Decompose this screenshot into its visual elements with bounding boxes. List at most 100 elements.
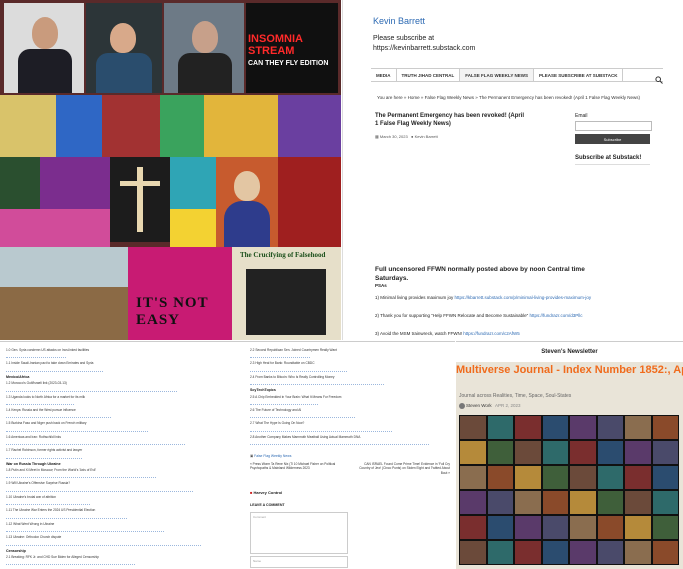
story-item[interactable]: 1.0 Gen. Syria condemn US attacks on Ira… xyxy=(6,348,226,352)
video-tile xyxy=(597,516,623,539)
breadcrumb[interactable]: You are here » Home » False Flag Weekly … xyxy=(377,95,640,100)
story-link-line[interactable] xyxy=(250,380,384,386)
story-item[interactable]: 1.11 The Ukraine War Enters the 2024 US … xyxy=(6,508,226,512)
post-heading: Full uncensored FFWN normally posted abo… xyxy=(375,266,585,282)
video-tile xyxy=(542,541,568,564)
email-field[interactable] xyxy=(575,121,652,131)
story-item[interactable]: 1.6 Americas and Iran: Rothschild links xyxy=(6,435,226,439)
story-link-line[interactable] xyxy=(6,454,82,459)
comment-field[interactable]: Comment xyxy=(250,512,348,554)
story-item[interactable]: 2.5 A Chip Embedded in Your Brain: What … xyxy=(250,395,450,399)
prev-post-link[interactable]: « Press Worm Ta Rene Nix (Tl 10 Michael … xyxy=(250,462,340,471)
video-tile xyxy=(515,516,541,539)
story-item[interactable]: 1.9 Will Ukraine's Offensive Surprise Ru… xyxy=(6,481,226,485)
story-item[interactable]: 1.10 Ukraine's brutal war of attrition xyxy=(6,495,226,499)
story-item[interactable]: 2.3 High Heal for Bank: Roundtable on CB… xyxy=(250,361,450,365)
site-title[interactable]: Kevin Barrett xyxy=(373,16,425,26)
story-item[interactable]: 1.7 Rachel Robinson, former rights activ… xyxy=(6,448,226,452)
video-tile xyxy=(570,541,596,564)
video-tile xyxy=(487,541,513,564)
sidebar-divider xyxy=(575,164,650,165)
video-tile xyxy=(487,491,513,514)
video-thumb-3[interactable] xyxy=(164,3,244,93)
story-link-line[interactable] xyxy=(6,487,193,492)
story-link-line[interactable] xyxy=(250,440,429,446)
story-link-line[interactable] xyxy=(6,353,66,359)
nav-item-substack[interactable]: PLEASE SUBSCRIBE AT SUBSTACK xyxy=(534,69,624,81)
post-author[interactable]: Kevin Barrett xyxy=(415,134,438,139)
story-link-line[interactable] xyxy=(6,427,148,432)
comment-heading: LEAVE A COMMENT xyxy=(250,503,285,507)
post-title[interactable]: The Permanent Emergency has been revoked… xyxy=(375,112,525,128)
mosaic-cell xyxy=(170,157,216,209)
mosaic-cell xyxy=(0,95,56,157)
story-item[interactable]: 1.5 Burkina Faso and Niger push back on … xyxy=(6,421,226,425)
search-icon[interactable] xyxy=(655,71,663,84)
video-tile xyxy=(487,466,513,489)
story-link-line[interactable] xyxy=(6,527,164,533)
psa-1-link[interactable]: https://kbarrett.substack.com/p/minimal-… xyxy=(455,295,592,300)
video-tile xyxy=(515,416,541,439)
mosaic-cell xyxy=(0,157,40,209)
video-tile xyxy=(652,541,678,564)
story-item[interactable]: 2.8 Another Company Makes Mammoth Meatba… xyxy=(250,435,450,439)
video-tile xyxy=(487,441,513,464)
nav-item-truth-jihad[interactable]: TRUTH JIHAD CENTRAL xyxy=(397,69,461,81)
video-tile xyxy=(515,441,541,464)
story-link-line[interactable] xyxy=(6,440,185,446)
tag-link[interactable]: False Flag Weekly News xyxy=(254,454,291,458)
video-thumb-2[interactable] xyxy=(86,3,162,93)
story-link-line[interactable] xyxy=(250,427,392,432)
story-item[interactable]: 2.2 Second Republican Sen. Joined Countr… xyxy=(250,348,450,352)
video-tile xyxy=(515,491,541,514)
story-link-line[interactable] xyxy=(6,560,135,566)
face-2 xyxy=(110,23,136,53)
psa-3-link[interactable]: https://fundrazr.com/c2AfW5 xyxy=(463,331,520,336)
story-link-line[interactable] xyxy=(6,413,111,419)
story-link-line[interactable] xyxy=(6,367,103,372)
story-item[interactable]: 1.3 Uganda looks to North Africa for a m… xyxy=(6,395,226,399)
section-heading: ScyTechTopics xyxy=(250,388,276,393)
next-post-link[interactable]: CAN ISRAEL Found Come Prime Time! Eviden… xyxy=(358,462,450,475)
mosaic-cell xyxy=(102,95,160,157)
video-tile xyxy=(487,516,513,539)
subscribe-button[interactable]: Subscribe xyxy=(575,134,650,144)
story-link-line[interactable] xyxy=(6,400,74,406)
video-thumb-1[interactable] xyxy=(4,3,84,93)
nav-item-media[interactable]: MEDIA xyxy=(371,69,397,81)
psa-2: 2) Thank you for supporting "Help FFWN R… xyxy=(375,313,583,318)
story-item[interactable]: 1.8 Putin and Xi Meet in Moscow; From th… xyxy=(6,468,226,472)
story-item[interactable]: 1.4 Kenya: Russia and the West pursue in… xyxy=(6,408,226,412)
nav-item-ffwn[interactable]: FALSE FLAG WEEKLY NEWS xyxy=(460,69,535,81)
avatar[interactable] xyxy=(459,403,465,409)
video-tile xyxy=(487,416,513,439)
story-link-line[interactable] xyxy=(250,367,347,372)
story-item[interactable]: 1.13 Ukraine: Orthodox Church dispute xyxy=(6,535,226,539)
newsletter-title[interactable]: Multiverse Journal - Index Number 1852:,… xyxy=(456,364,683,377)
story-link-line[interactable] xyxy=(6,500,90,506)
video-tile xyxy=(652,516,678,539)
story-link-line[interactable] xyxy=(250,400,318,406)
main-nav: MEDIA TRUTH JIHAD CENTRAL FALSE FLAG WEE… xyxy=(371,68,663,84)
book-cover: The Crucifying of Falsehood xyxy=(232,247,341,340)
newsletter-header[interactable]: Steven's Newsletter xyxy=(456,342,683,362)
story-link-line[interactable] xyxy=(6,387,177,392)
story-item[interactable]: 1.1 Inside Saudi-Iranian pact to take do… xyxy=(6,361,226,365)
notes-left-column: 1.0 Gen. Syria condemn US attacks on Ira… xyxy=(6,348,226,568)
story-link-line[interactable] xyxy=(250,413,355,419)
name-field[interactable]: Name xyxy=(250,556,348,568)
mosaic-cell xyxy=(0,209,110,247)
face-1 xyxy=(32,17,58,49)
story-item[interactable]: 2.1 Breaking: RFK Jr. and CHD Sue Biden … xyxy=(6,555,226,559)
story-item[interactable]: 1.2 Morocco's Gulf/Israeli link (2023-03… xyxy=(6,381,226,385)
story-item[interactable]: 2.6 The Future of Technology and AI xyxy=(250,408,450,412)
story-item[interactable]: 2.7 What The Hype Is Going On Now? xyxy=(250,421,450,425)
story-item[interactable]: 1.12 What Went Wrong in Ukraine xyxy=(6,522,226,526)
story-link-line[interactable] xyxy=(250,353,310,359)
story-link-line[interactable] xyxy=(6,514,127,519)
section-heading: Mexico/Africa xyxy=(6,374,30,379)
story-item[interactable]: 2.4 From Banks to Bitcoin: Who Is Really… xyxy=(250,375,450,379)
story-link-line[interactable] xyxy=(6,473,156,479)
story-link-line[interactable] xyxy=(6,541,201,546)
psa-2-link[interactable]: https://fundrazr.com/d3Pllc xyxy=(529,313,582,318)
